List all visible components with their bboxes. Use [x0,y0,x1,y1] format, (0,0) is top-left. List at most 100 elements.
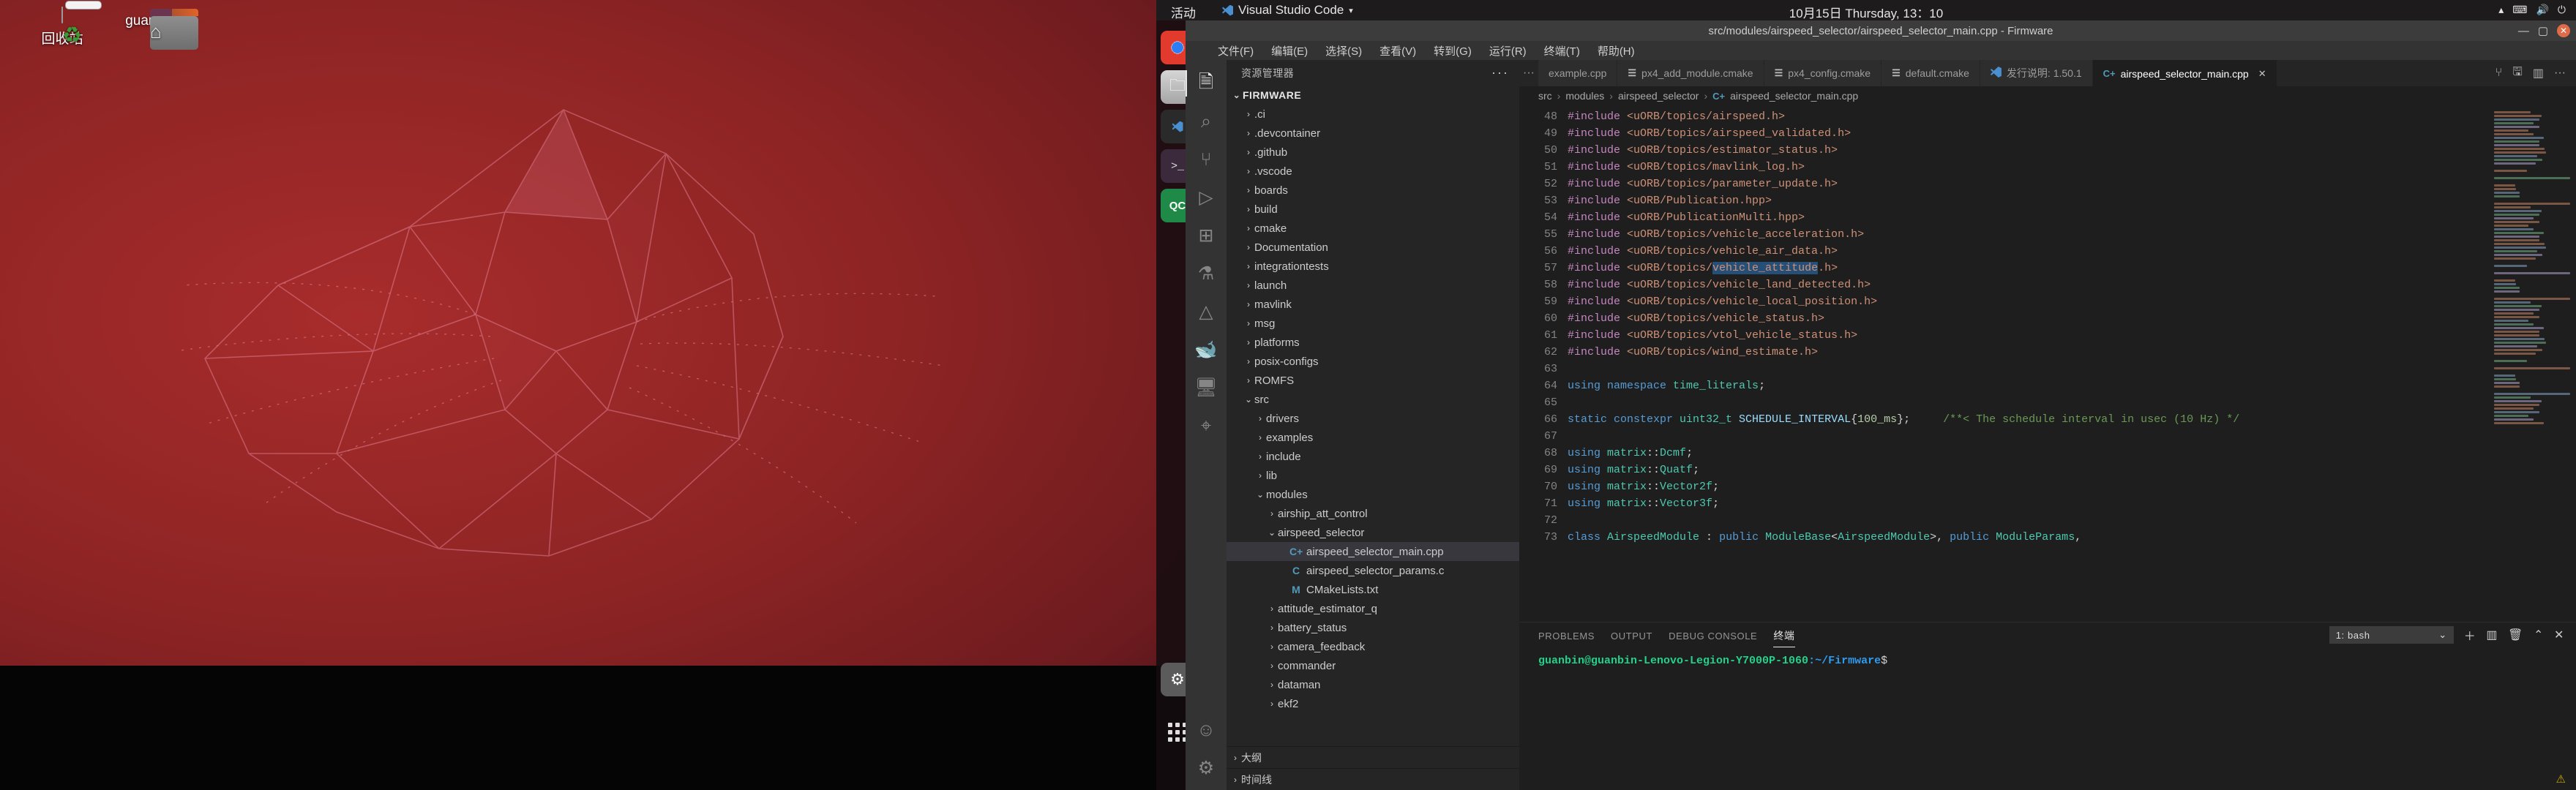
file-tree[interactable]: ⌄ FIRMWARE › .ci › .devcontainer › .github › .vsc… [1227,86,1519,746]
code-editor[interactable]: 48 49 50 51 52 53 54 55 56 57 58 59 60 61 62 63 64 65 66 67… [1519,105,2576,622]
clock[interactable]: 10月15日 Thursday, 13：10 [1156,3,2576,21]
kill-terminal-icon[interactable]: 🗑 [2508,628,2523,642]
close-button[interactable]: ✕ [2557,24,2570,37]
activity-remote-explorer[interactable]: 🖥 [1186,369,1227,407]
activity-cmake[interactable]: △ [1186,293,1227,331]
tree-item[interactable]: › include [1227,447,1519,466]
activity-test[interactable]: ⚗ [1186,255,1227,293]
tree-item[interactable]: › .vscode [1227,162,1519,181]
tree-item[interactable]: › build [1227,200,1519,219]
desktop-icon-home[interactable]: ⌂ guanbin [95,9,205,50]
tree-item[interactable]: ⌄ modules [1227,485,1519,504]
breadcrumb-airspeed-selector[interactable]: airspeed_selector [1618,90,1699,102]
timeline-section[interactable]: › 时间线 [1227,768,1519,790]
tree-item[interactable]: › boards [1227,181,1519,200]
activity-run-debug[interactable]: ▷ [1186,178,1227,217]
editor-tab[interactable]: 发行说明: 1.50.1 [1980,60,2093,86]
tree-item[interactable]: ⌄ airspeed_selector [1227,523,1519,542]
menu-selection[interactable]: 选择(S) [1322,42,1365,60]
menu-terminal[interactable]: 终端(T) [1541,42,1583,60]
editor-tab[interactable]: ☰ default.cmake [1882,60,1980,86]
activity-extensions[interactable]: ⊞ [1186,217,1227,255]
tree-item[interactable]: › camera_feedback [1227,637,1519,656]
tree-item[interactable]: C+ airspeed_selector_main.cpp [1227,542,1519,561]
tree-item[interactable]: › platforms [1227,333,1519,352]
editor-more-icon[interactable]: ··· [2554,67,2566,80]
panel-tab-terminal[interactable]: 终端 [1773,623,1795,647]
outline-section[interactable]: › 大纲 [1227,746,1519,768]
minimap-line [2494,316,2539,318]
tree-item-label: integrationtests [1254,260,1329,273]
window-titlebar: src/modules/airspeed_selector/airspeed_s… [1186,20,2576,41]
minimize-button[interactable]: — [2518,25,2529,37]
warning-icon[interactable]: ⚠ [2556,772,2566,786]
split-editor-icon[interactable]: ▥ [2533,66,2544,80]
editor-tab[interactable]: ☰ px4_add_module.cmake [1617,60,1764,86]
breadcrumb-modules[interactable]: modules [1565,90,1604,102]
tree-item[interactable]: › attitude_estimator_q [1227,599,1519,618]
tree-item[interactable]: Cairspeed_selector_params.c [1227,561,1519,580]
tree-item[interactable]: › drivers [1227,409,1519,428]
tree-item[interactable]: › commander [1227,656,1519,675]
close-panel-icon[interactable]: ✕ [2554,628,2564,642]
tabs-overflow-icon[interactable]: ··· [1519,60,1538,86]
tree-item[interactable]: › cmake [1227,219,1519,238]
tree-item[interactable]: › .ci [1227,105,1519,124]
tree-item[interactable]: › examples [1227,428,1519,447]
code-line: static constexpr uint32_t SCHEDULE_INTER… [1568,411,2488,428]
menu-file[interactable]: 文件(F) [1215,42,1257,60]
tree-item[interactable]: › .devcontainer [1227,124,1519,143]
tree-item[interactable]: › battery_status [1227,618,1519,637]
tree-item[interactable]: › .github [1227,143,1519,162]
editor-tab[interactable]: ☰ px4_config.cmake [1764,60,1882,86]
editor-tab[interactable]: C+ airspeed_selector_main.cpp ✕ [2092,60,2277,86]
split-merge-icon[interactable]: ⑂ [2496,67,2503,80]
menu-view[interactable]: 查看(V) [1377,42,1419,60]
panel-tab-problems[interactable]: PROBLEMS [1538,625,1595,645]
breadcrumb-file[interactable]: airspeed_selector_main.cpp [1730,90,1858,102]
accounts-icon[interactable]: ☺ [1186,711,1227,749]
terminal-output[interactable]: guanbin@guanbin-Lenovo-Legion-Y7000P-106… [1519,647,2576,790]
panel-tab-output[interactable]: OUTPUT [1611,625,1652,645]
tree-item[interactable]: M CMakeLists.txt [1227,580,1519,599]
new-terminal-icon[interactable]: ＋ [2464,626,2476,644]
maximize-button[interactable]: ▢ [2538,24,2548,37]
menu-run[interactable]: 运行(R) [1486,42,1530,60]
tree-item[interactable]: › launch [1227,276,1519,295]
editor-tab[interactable]: example.cpp [1538,60,1618,86]
tree-root[interactable]: ⌄ FIRMWARE [1227,86,1519,105]
split-terminal-icon[interactable]: ▥ [2486,628,2498,642]
menu-help[interactable]: 帮助(H) [1595,42,1638,60]
tree-item[interactable]: › Documentation [1227,238,1519,257]
tree-item[interactable]: › lib [1227,466,1519,485]
panel-tab-debug-console[interactable]: DEBUG CONSOLE [1669,625,1757,645]
tree-item[interactable]: › ekf2 [1227,694,1519,713]
tree-item[interactable]: › posix-configs [1227,352,1519,371]
gear-icon[interactable]: ⚙ [1186,749,1227,787]
tree-item[interactable]: › integrationtests [1227,257,1519,276]
activity-docker[interactable]: 🐋 [1186,331,1227,369]
menu-go[interactable]: 转到(G) [1431,42,1475,60]
maximize-panel-icon[interactable]: ⌃ [2534,628,2544,642]
code-token: <uORB/topics/wind_estimate.h> [1627,346,1819,358]
explorer-more-icon[interactable]: ··· [1491,65,1509,80]
code-content[interactable]: #include <uORB/topics/airspeed.h> #includ… [1568,105,2488,622]
tree-item[interactable]: ⌄ src [1227,390,1519,409]
close-icon[interactable]: ✕ [2258,68,2266,80]
tree-item[interactable]: › ROMFS [1227,371,1519,390]
minimap[interactable] [2488,105,2576,622]
terminal-selector[interactable]: 1: bash ⌄ [2329,626,2454,644]
tree-item[interactable]: › mavlink [1227,295,1519,314]
breadcrumb-src[interactable]: src [1538,90,1552,102]
tree-item[interactable]: › dataman [1227,675,1519,694]
save-all-icon[interactable]: 🖫 [2512,64,2523,83]
tree-item[interactable]: › msg [1227,314,1519,333]
system-tray[interactable]: ▴ ⌨ 🔊 ⏻ [2498,4,2566,16]
minimap-line [2494,239,2539,241]
activity-source-control[interactable]: ⑂ [1186,140,1227,178]
activity-search-alt[interactable]: ⌖ [1186,407,1227,445]
tree-item[interactable]: › airship_att_control [1227,504,1519,523]
activity-search[interactable]: ⌕ [1186,102,1227,140]
activity-explorer[interactable]: 🗎 [1186,64,1227,102]
menu-edit[interactable]: 编辑(E) [1268,42,1311,60]
